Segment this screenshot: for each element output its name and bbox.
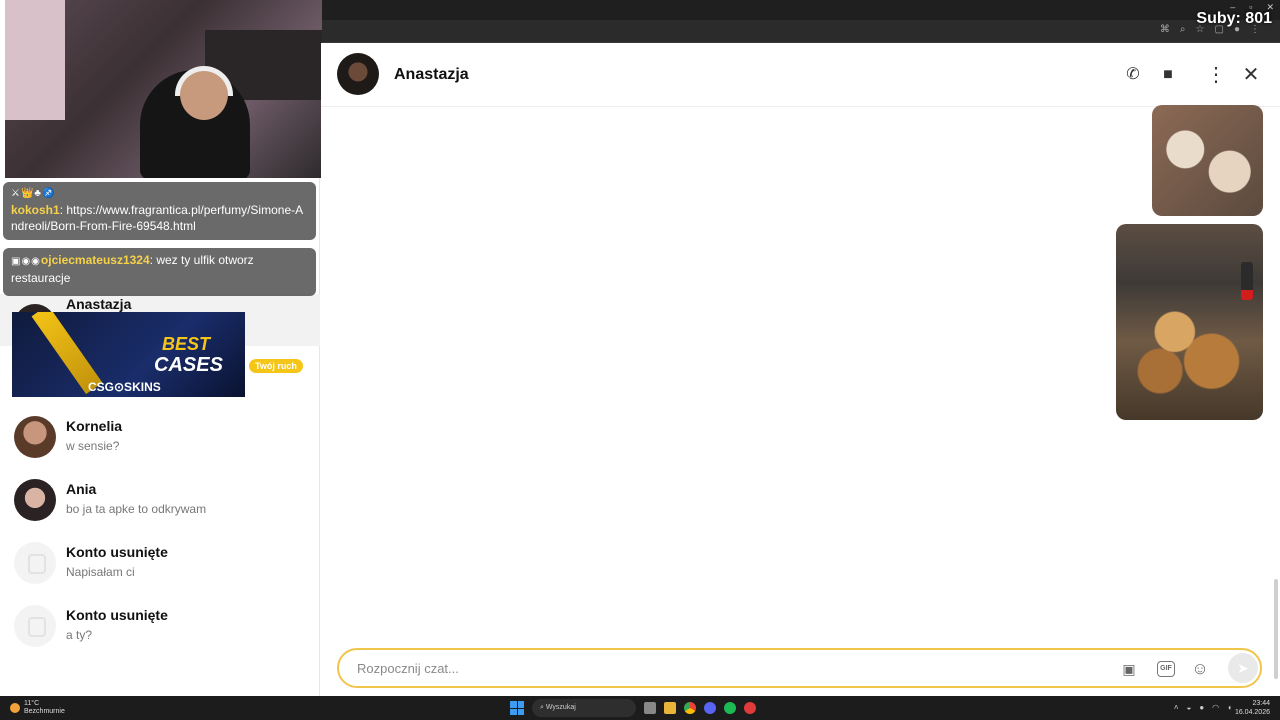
discord-icon[interactable] bbox=[704, 702, 716, 714]
chevron-up-icon[interactable]: ˄ bbox=[1174, 703, 1179, 712]
message-composer: ▣ GIF ☺ ➤ bbox=[337, 648, 1262, 688]
deleted-account-icon bbox=[14, 605, 56, 647]
windows-taskbar: 11°C Bezchmurnie ⌕ Wyszukaj ˄ ◒ ● ◠ ◖ 23… bbox=[0, 696, 1280, 720]
conversation-name: Kornelia bbox=[66, 418, 123, 434]
webcam-overlay bbox=[5, 0, 322, 178]
conversation-name: Ania bbox=[66, 481, 97, 497]
start-icon[interactable] bbox=[510, 701, 524, 715]
weather-temp: 11°C bbox=[24, 700, 40, 707]
weather-widget[interactable]: 11°C Bezchmurnie bbox=[10, 700, 65, 716]
file-explorer-icon[interactable] bbox=[664, 702, 676, 714]
app-icon[interactable] bbox=[744, 702, 756, 714]
stream-chat-message: ⚔👑♣♐ kokosh1: https://www.fragrantica.pl… bbox=[3, 182, 316, 240]
volume-icon[interactable]: ◖ bbox=[1227, 703, 1232, 712]
clock[interactable]: 23:44 16.04.2026 bbox=[1235, 699, 1270, 717]
clock-time: 23:44 bbox=[1252, 700, 1270, 707]
conversation-preview: w sensie? bbox=[66, 439, 120, 453]
conversation-name: Konto usunięte bbox=[66, 544, 168, 560]
sun-icon bbox=[10, 703, 20, 713]
sent-photo[interactable] bbox=[1116, 224, 1263, 420]
send-button[interactable]: ➤ bbox=[1228, 653, 1258, 683]
conversation-item-deleted-2[interactable]: Konto usunięte a ty? bbox=[0, 595, 320, 658]
conversation-name: Konto usunięte bbox=[66, 607, 168, 623]
weather-desc: Bezchmurnie bbox=[24, 708, 65, 715]
message-input[interactable] bbox=[357, 658, 1057, 678]
spotify-icon[interactable] bbox=[724, 702, 736, 714]
browser-toolbar: ⌘ ⌕ ☆ ▢ ● ⋮ bbox=[320, 20, 1280, 43]
deleted-account-icon bbox=[14, 542, 56, 584]
sent-photo[interactable] bbox=[1152, 105, 1263, 216]
task-view-icon[interactable] bbox=[644, 702, 656, 714]
ad-brand: CSG⊙SKINS bbox=[88, 380, 161, 394]
taskbar-search[interactable]: ⌕ Wyszukaj bbox=[532, 699, 636, 717]
zoom-icon[interactable]: ⌕ bbox=[1180, 24, 1186, 35]
chat-panel: Anastazja ✆ ■ ⋮ ✕ ▣ GIF ☺ ➤ bbox=[321, 43, 1280, 696]
your-turn-badge: Twój ruch bbox=[249, 359, 303, 373]
conversation-item-deleted-1[interactable]: Konto usunięte Napisałam ci bbox=[0, 532, 320, 595]
gif-icon[interactable]: GIF bbox=[1157, 661, 1175, 677]
chat-badges: ▣◉◉ bbox=[11, 256, 41, 267]
chat-header: Anastazja ✆ ■ ⋮ ✕ bbox=[321, 43, 1280, 107]
ad-line2: CASES bbox=[154, 354, 223, 376]
ad-line1: BEST bbox=[162, 334, 211, 354]
stream-chat-message: ▣◉◉ojciecmateusz1324: wez ty ulfik otwor… bbox=[3, 248, 316, 296]
conversation-item-kornelia[interactable]: Kornelia w sensie? bbox=[0, 406, 320, 469]
image-icon[interactable]: ▣ bbox=[1119, 659, 1139, 679]
chat-username: kokosh1 bbox=[11, 203, 60, 217]
chat-username: ojciecmateusz1324 bbox=[40, 253, 150, 267]
chrome-icon[interactable] bbox=[684, 702, 696, 714]
chat-badges: ⚔👑♣♐ bbox=[11, 188, 56, 199]
contact-avatar[interactable] bbox=[337, 53, 379, 95]
phone-icon[interactable]: ✆ bbox=[1123, 65, 1143, 85]
wifi-icon[interactable]: ◠ bbox=[1212, 703, 1219, 712]
close-icon[interactable]: ✕ bbox=[1241, 65, 1261, 85]
clock-date: 16.04.2026 bbox=[1234, 709, 1270, 716]
subs-counter: Suby: 801 bbox=[1196, 10, 1272, 27]
search-label: Wyszukaj bbox=[545, 704, 576, 711]
scrollbar[interactable] bbox=[1274, 579, 1278, 679]
emoji-icon[interactable]: ☺ bbox=[1190, 659, 1210, 679]
conversation-preview: a ty? bbox=[66, 628, 93, 642]
conversation-preview: Napisałam ci bbox=[66, 565, 135, 579]
avatar bbox=[14, 416, 56, 458]
video-camera-icon[interactable]: ■ bbox=[1158, 65, 1178, 85]
system-tray: ˄ ◒ ● ◠ ◖ bbox=[1174, 703, 1232, 712]
conversation-item-ania[interactable]: Ania bo ja ta apke to odkrywam bbox=[0, 469, 320, 532]
conversation-name: Anastazja bbox=[66, 296, 132, 312]
stream-ad-banner: BEST CASES CSG⊙SKINS bbox=[12, 312, 245, 397]
microphone-icon[interactable]: ● bbox=[1199, 703, 1204, 712]
conversation-preview: bo ja ta apke to odkrywam bbox=[66, 502, 207, 516]
more-options-icon[interactable]: ⋮ bbox=[1206, 65, 1226, 85]
network-icon[interactable]: ◒ bbox=[1186, 703, 1191, 712]
translate-icon[interactable]: ⌘ bbox=[1160, 24, 1170, 35]
contact-name[interactable]: Anastazja bbox=[394, 66, 469, 84]
avatar bbox=[14, 479, 56, 521]
